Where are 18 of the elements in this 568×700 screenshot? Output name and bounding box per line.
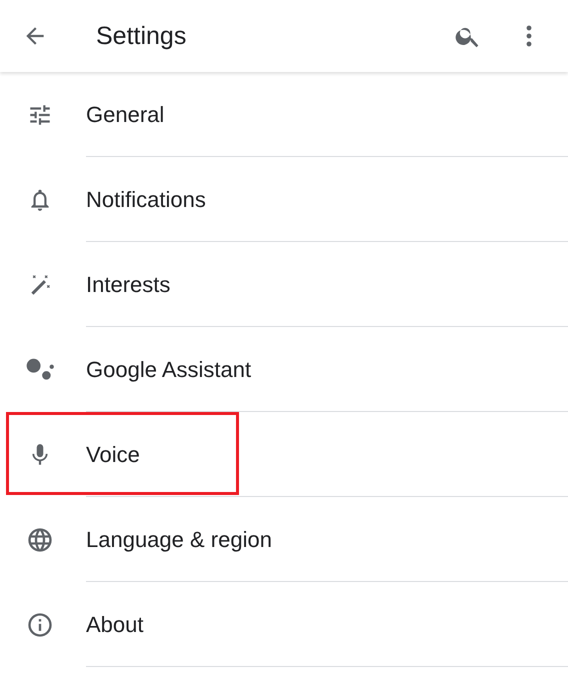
globe-icon — [26, 526, 54, 554]
item-label: Voice — [86, 442, 140, 468]
item-label: Google Assistant — [86, 356, 252, 382]
settings-item[interactable]: Google Assistant — [0, 327, 568, 412]
screen-title: Settings — [96, 22, 188, 50]
settings-item[interactable]: About — [0, 582, 568, 667]
settings-item[interactable]: Notifications — [0, 157, 568, 242]
item-label: Notifications — [86, 186, 206, 212]
info-icon — [26, 610, 54, 638]
settings-item[interactable]: Language & region — [0, 497, 568, 582]
settings-item[interactable]: General — [0, 72, 568, 157]
item-label: Language & region — [86, 526, 272, 552]
item-label: Interests — [86, 272, 170, 298]
item-label: General — [86, 102, 164, 128]
settings-item[interactable]: Voice — [0, 412, 568, 497]
item-label: About — [86, 612, 144, 638]
settings-item[interactable]: Interests — [0, 242, 568, 327]
more-options-icon[interactable] — [525, 24, 533, 48]
